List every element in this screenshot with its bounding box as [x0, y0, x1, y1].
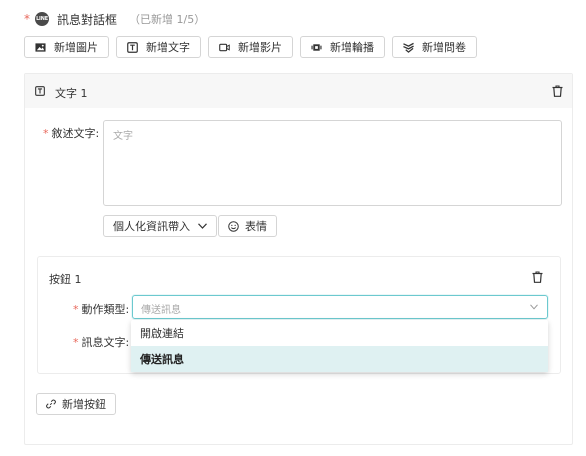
description-label: * 敘述文字:	[43, 125, 99, 141]
text-block-panel: 文字 1 * 敘述文字: 文字 個人化資訊帶入 表情 按鈕 1 * 動作類型: 傳送…	[24, 73, 573, 445]
trash-icon[interactable]	[552, 85, 563, 97]
chevron-down-icon	[198, 223, 207, 229]
link-icon	[46, 399, 56, 409]
required-marker: *	[24, 12, 30, 26]
message-text-label: * 訊息文字:	[73, 334, 129, 350]
personalize-label: 個人化資訊帶入	[113, 220, 190, 233]
add-text-button[interactable]: 新增文字	[116, 36, 201, 58]
add-video-label: 新增影片	[238, 41, 282, 54]
required-marker: *	[43, 127, 49, 140]
image-icon	[35, 42, 46, 52]
option-open-link[interactable]: 開啟連結	[131, 320, 548, 346]
required-marker: *	[73, 336, 79, 349]
video-icon	[219, 43, 230, 51]
text-block-header: 文字 1	[25, 74, 572, 108]
description-label-text: 敘述文字:	[51, 127, 100, 140]
carousel-icon	[311, 43, 322, 51]
add-button-label: 新增按鈕	[62, 398, 106, 411]
message-text-label-text: 訊息文字:	[81, 336, 130, 349]
emoji-button[interactable]: 表情	[218, 215, 277, 237]
add-button-button[interactable]: 新增按鈕	[36, 393, 116, 415]
add-survey-button[interactable]: 新增問卷	[392, 36, 477, 58]
text-icon	[35, 86, 45, 96]
add-content-toolbar: 新增圖片 新增文字 新增影片 新增輪播 新增問卷	[24, 36, 477, 58]
required-marker: *	[73, 303, 79, 316]
trash-icon[interactable]	[532, 271, 543, 283]
add-carousel-label: 新增輪播	[330, 41, 374, 54]
smiley-icon	[228, 220, 239, 232]
action-type-label-text: 動作類型:	[81, 303, 130, 316]
text-icon	[127, 41, 138, 53]
message-dialog-header: * LINE 訊息對話框 （已新增 1/5）	[24, 11, 205, 27]
line-icon: LINE	[35, 12, 49, 26]
section-title: 訊息對話框	[57, 12, 118, 27]
text-block-title: 文字 1	[55, 87, 88, 100]
add-image-button[interactable]: 新增圖片	[24, 36, 109, 58]
chevron-down-icon	[530, 304, 538, 310]
add-image-label: 新增圖片	[54, 41, 98, 54]
add-survey-label: 新增問卷	[422, 41, 466, 54]
action-type-label: * 動作類型:	[73, 301, 129, 317]
survey-icon	[403, 42, 414, 53]
emoji-label: 表情	[245, 220, 267, 233]
description-textarea[interactable]: 文字	[103, 120, 562, 206]
message-count: （已新增 1/5）	[129, 13, 206, 26]
personalize-dropdown-button[interactable]: 個人化資訊帶入	[103, 215, 217, 237]
add-text-label: 新增文字	[146, 41, 190, 54]
action-type-dropdown-menu: 開啟連結 傳送訊息	[131, 320, 548, 372]
button-block-title: 按鈕 1	[49, 273, 82, 286]
action-type-placeholder: 傳送訊息	[141, 305, 181, 316]
add-carousel-button[interactable]: 新增輪播	[300, 36, 385, 58]
description-placeholder: 文字	[113, 131, 133, 142]
action-type-select[interactable]: 傳送訊息	[132, 295, 548, 319]
add-video-button[interactable]: 新增影片	[208, 36, 293, 58]
option-send-message[interactable]: 傳送訊息	[131, 346, 548, 372]
